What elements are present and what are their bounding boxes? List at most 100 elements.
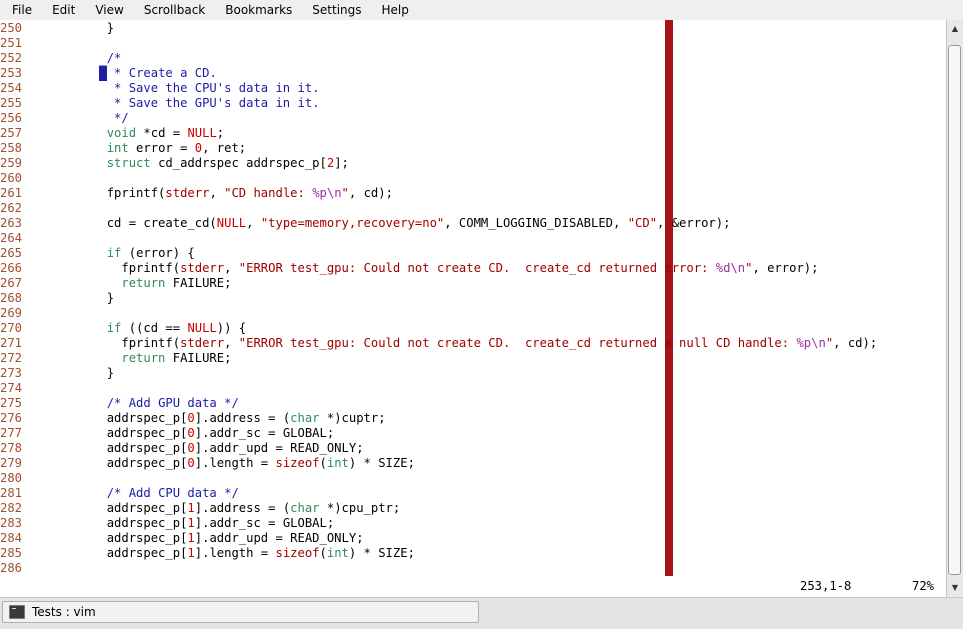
line-number: 284 bbox=[0, 531, 23, 545]
code-token: char bbox=[290, 411, 320, 425]
scroll-up-arrow-icon[interactable]: ▲ bbox=[947, 20, 963, 36]
code-token: NULL bbox=[187, 126, 217, 140]
code-token: %p\n bbox=[312, 186, 342, 200]
code-token: } bbox=[48, 291, 115, 305]
code-line: 250 } bbox=[0, 21, 877, 36]
code-token: addrspec_p[ bbox=[48, 426, 188, 440]
code-line: 268 } bbox=[0, 291, 877, 306]
code-token: sizeof bbox=[275, 546, 320, 560]
code-token: , &error); bbox=[657, 216, 731, 230]
line-number: 271 bbox=[0, 336, 23, 350]
code-line: 270 if ((cd == NULL)) { bbox=[0, 321, 877, 336]
code-token: ].length = bbox=[194, 546, 276, 560]
code-token: ].addr_sc = GLOBAL; bbox=[194, 516, 335, 530]
line-number: 256 bbox=[0, 111, 23, 125]
code-token: int bbox=[326, 546, 349, 560]
line-number: 255 bbox=[0, 96, 23, 110]
code-token: fprintf( bbox=[48, 186, 166, 200]
code-token: /* bbox=[106, 51, 122, 65]
code-token: ].address = ( bbox=[194, 501, 291, 515]
code-token: /* Add CPU data */ bbox=[106, 486, 239, 500]
code-token: ].addr_upd = READ_ONLY; bbox=[194, 441, 364, 455]
code-line: 275 /* Add GPU data */ bbox=[0, 396, 877, 411]
scroll-down-arrow-icon[interactable]: ▼ bbox=[947, 579, 963, 595]
line-number: 281 bbox=[0, 486, 23, 500]
line-number: 259 bbox=[0, 156, 23, 170]
code-view[interactable]: 250 } 251 252 /* 253 █ * Create a CD. 254 * … bbox=[0, 21, 877, 576]
code-token: "CD handle: bbox=[224, 186, 313, 200]
code-token: ]; bbox=[334, 156, 349, 170]
code-token: )) { bbox=[216, 321, 247, 335]
code-line: 285 addrspec_p[1].length = sizeof(int) *… bbox=[0, 546, 877, 561]
code-line: 284 addrspec_p[1].addr_upd = READ_ONLY; bbox=[0, 531, 877, 546]
code-line: 276 addrspec_p[0].address = (char *)cupt… bbox=[0, 411, 877, 426]
code-line: 252 /* bbox=[0, 51, 877, 66]
code-line: 269 bbox=[0, 306, 877, 321]
code-token: " bbox=[341, 186, 349, 200]
code-line: 286 bbox=[0, 561, 877, 576]
code-token: int bbox=[106, 141, 129, 155]
terminal-icon bbox=[9, 605, 25, 619]
line-number: 285 bbox=[0, 546, 23, 560]
menu-settings[interactable]: Settings bbox=[300, 0, 369, 20]
code-line: 279 addrspec_p[0].length = sizeof(int) *… bbox=[0, 456, 877, 471]
menu-view[interactable]: View bbox=[83, 0, 131, 20]
task-button-tests-vim[interactable]: Tests : vim bbox=[2, 601, 479, 623]
code-token: struct bbox=[106, 156, 151, 170]
code-line: 264 bbox=[0, 231, 877, 246]
menu-bookmarks[interactable]: Bookmarks bbox=[213, 0, 300, 20]
line-number: 250 bbox=[0, 21, 23, 35]
code-token: , bbox=[224, 336, 239, 350]
code-token: */ bbox=[106, 111, 129, 125]
line-number: 280 bbox=[0, 471, 23, 485]
line-number: 268 bbox=[0, 291, 23, 305]
menu-file[interactable]: File bbox=[0, 0, 40, 20]
line-number: 263 bbox=[0, 216, 23, 230]
line-number: 274 bbox=[0, 381, 23, 395]
code-token: ].length = bbox=[194, 456, 276, 470]
line-number: 253 bbox=[0, 66, 23, 80]
code-token: 0 bbox=[194, 141, 203, 155]
code-token: fprintf( bbox=[48, 261, 181, 275]
code-token: FAILURE; bbox=[165, 276, 232, 290]
code-line: 273 } bbox=[0, 366, 877, 381]
terminal-editor[interactable]: 250 } 251 252 /* 253 █ * Create a CD. 254 * … bbox=[0, 20, 946, 597]
line-number: 257 bbox=[0, 126, 23, 140]
line-number: 269 bbox=[0, 306, 23, 320]
code-token: *cd = bbox=[136, 126, 188, 140]
code-line: 282 addrspec_p[1].address = (char *)cpu_… bbox=[0, 501, 877, 516]
code-token: 1 bbox=[187, 516, 195, 530]
menu-help[interactable]: Help bbox=[370, 0, 417, 20]
line-number: 251 bbox=[0, 36, 23, 50]
code-token: if bbox=[106, 246, 122, 260]
code-token: *)cpu_ptr; bbox=[319, 501, 401, 515]
line-number: 273 bbox=[0, 366, 23, 380]
menu-scrollback[interactable]: Scrollback bbox=[132, 0, 213, 20]
vertical-scrollbar[interactable]: ▲ ▼ bbox=[946, 20, 963, 597]
line-number: 283 bbox=[0, 516, 23, 530]
menu-edit[interactable]: Edit bbox=[40, 0, 83, 20]
code-line: 280 bbox=[0, 471, 877, 486]
code-token: * Save the GPU's data in it. bbox=[106, 96, 320, 110]
code-token: *)cuptr; bbox=[319, 411, 386, 425]
scroll-thumb[interactable] bbox=[948, 45, 961, 576]
code-token: 0 bbox=[187, 426, 195, 440]
line-number: 270 bbox=[0, 321, 23, 335]
scroll-percent: 72% bbox=[912, 579, 935, 593]
code-line: 262 bbox=[0, 201, 877, 216]
code-line: 278 addrspec_p[0].addr_upd = READ_ONLY; bbox=[0, 441, 877, 456]
code-token: ].address = ( bbox=[194, 411, 291, 425]
code-line: 271 fprintf(stderr, "ERROR test_gpu: Cou… bbox=[0, 336, 877, 351]
code-token: stderr bbox=[165, 186, 210, 200]
code-line: 253 █ * Create a CD. bbox=[0, 66, 877, 81]
code-token: * Create a CD. bbox=[106, 66, 217, 80]
code-token: "CD" bbox=[627, 216, 658, 230]
code-token: , bbox=[246, 216, 261, 230]
code-token: /* Add GPU data */ bbox=[106, 396, 239, 410]
code-token: cd = create_cd( bbox=[48, 216, 217, 230]
code-token: , cd); bbox=[348, 186, 393, 200]
